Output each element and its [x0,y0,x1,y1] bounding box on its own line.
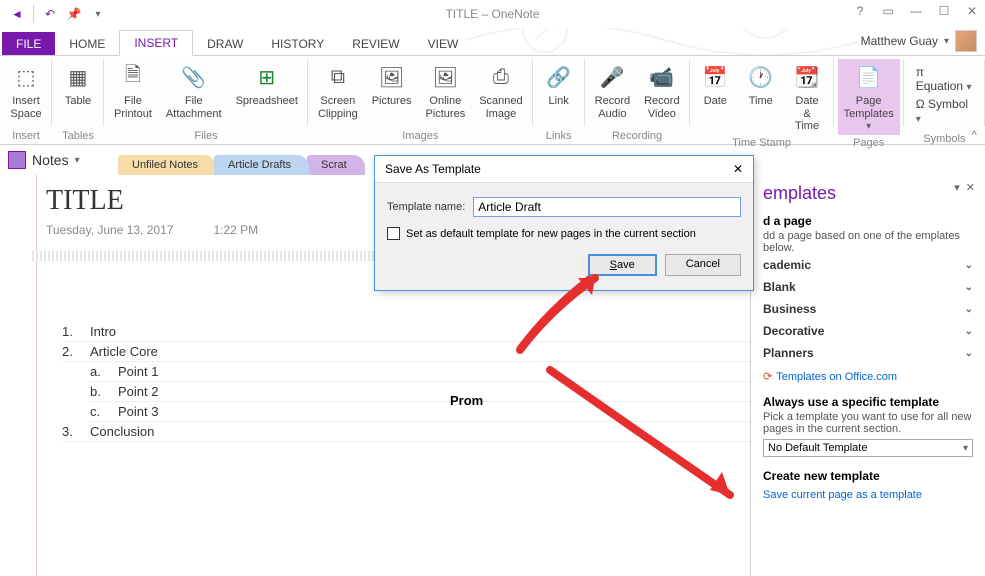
date-time-icon: 📆 [791,61,823,93]
link-icon: 🔗 [543,61,575,93]
insert-space-button[interactable]: ⬚Insert Space [4,59,48,128]
office-templates-link[interactable]: ⟳Templates on Office.com [763,370,973,383]
help-icon[interactable]: ? [851,4,869,18]
time-button[interactable]: 🕐Time [739,59,782,135]
record-video-icon: 📹 [646,61,678,93]
ribbon: ⬚Insert Space Insert ▦Table Tables 🗎File… [0,55,985,145]
dialog-close-icon[interactable]: ✕ [733,162,743,176]
date-button[interactable]: 📅Date [694,59,737,135]
always-text: Pick a template you want to use for all … [763,411,973,435]
online-pictures-icon: 🖼 [429,61,461,93]
section-tab-drafts[interactable]: Article Drafts [214,155,309,175]
section-tab-unfiled[interactable]: Unfiled Notes [118,155,216,175]
cat-business[interactable]: Business⌄ [763,298,973,320]
record-audio-icon: 🎤 [596,61,628,93]
spreadsheet-icon: ⊞ [251,61,283,93]
pane-close-icon[interactable]: ✕ [966,181,975,194]
tab-home[interactable]: HOME [55,32,119,56]
save-as-template-dialog: Save As Template ✕ Template name: Set as… [374,155,754,291]
screen-clipping-button[interactable]: ⧉Screen Clipping [312,59,364,128]
printout-icon: 🗎 [117,61,149,93]
notebook-picker[interactable]: Notes ▾ [0,145,118,175]
scanned-image-button[interactable]: ⎙Scanned Image [473,59,528,128]
templates-pane: ▾ ✕ emplates d a page dd a page based on … [750,175,985,576]
screen-clipping-icon: ⧉ [322,61,354,93]
checkbox-icon [387,227,400,240]
add-page-text: dd a page based on one of the emplates b… [763,230,973,254]
window-title: TITLE – OneNote [445,7,539,21]
qat-customize-icon[interactable]: ▾ [87,3,109,25]
page-templates-icon: 📄 [853,61,885,93]
nav-back-icon[interactable]: ◄ [6,3,28,25]
title-bar: ◄ ↶ 📌 ▾ TITLE – OneNote ? ▭ — ☐ ✕ [0,0,985,28]
default-template-checkbox[interactable]: Set as default template for new pages in… [387,227,741,240]
pictures-icon: 🖼 [376,61,408,93]
save-button[interactable]: Save [588,254,657,276]
close-icon[interactable]: ✕ [963,4,981,18]
page-time: 1:22 PM [213,223,258,237]
scanned-image-icon: ⎙ [485,61,517,93]
prom-label: Prom [450,393,483,408]
section-tab-scratch[interactable]: Scrat [307,155,365,175]
notebook-icon [8,151,26,169]
dialog-title: Save As Template [385,162,481,176]
tab-draw[interactable]: DRAW [193,32,257,56]
save-as-template-link[interactable]: Save current page as a template [763,489,973,501]
date-icon: 📅 [699,61,731,93]
tab-view[interactable]: VIEW [414,32,473,56]
template-name-label: Template name: [387,201,465,213]
tab-review[interactable]: REVIEW [338,32,413,56]
collapse-ribbon-icon[interactable]: ^ [971,128,977,142]
tab-history[interactable]: HISTORY [257,32,338,56]
user-name: Matthew Guay [861,34,938,48]
cancel-button[interactable]: Cancel [665,254,741,276]
section-tabs: Unfiled Notes Article Drafts Scrat [118,145,363,175]
outline-list[interactable]: 1.Intro 2.Article Core a.Point 1 b.Point… [62,322,750,442]
tab-insert[interactable]: INSERT [119,30,193,56]
time-icon: 🕐 [745,61,777,93]
spreadsheet-button[interactable]: ⊞Spreadsheet [230,59,304,128]
date-time-button[interactable]: 📆Date & Time [785,59,830,135]
ribbon-options-icon[interactable]: ▭ [879,4,897,18]
menu-bar: FILE HOME INSERT DRAW HISTORY REVIEW VIE… [0,28,985,56]
template-name-input[interactable] [473,197,741,217]
pin-icon[interactable]: 📌 [63,3,85,25]
record-audio-button[interactable]: 🎤Record Audio [589,59,636,128]
create-heading: Create new template [763,469,973,483]
always-heading: Always use a specific template [763,395,973,409]
default-template-select[interactable]: No Default Template▾ [763,439,973,457]
page-templates-button[interactable]: 📄Page Templates ▾ [838,59,900,135]
add-page-heading: d a page [763,214,973,228]
pictures-button[interactable]: 🖼Pictures [366,59,418,128]
online-pictures-button[interactable]: 🖼Online Pictures [419,59,471,128]
file-attachment-button[interactable]: 📎File Attachment [160,59,228,128]
refresh-icon: ⟳ [763,370,772,383]
pane-options-icon[interactable]: ▾ [954,181,960,194]
maximize-icon[interactable]: ☐ [935,4,953,18]
cat-blank[interactable]: Blank⌄ [763,276,973,298]
symbol-button[interactable]: Ω Symbol ▾ [916,97,973,125]
cat-academic[interactable]: cademic⌄ [763,254,973,276]
record-video-button[interactable]: 📹Record Video [638,59,685,128]
link-button[interactable]: 🔗Link [537,59,581,128]
attachment-icon: 📎 [178,61,210,93]
cat-decorative[interactable]: Decorative⌄ [763,320,973,342]
minimize-icon[interactable]: — [907,4,925,18]
file-tab[interactable]: FILE [2,32,55,56]
page-date: Tuesday, June 13, 2017 [46,223,173,237]
table-button[interactable]: ▦Table [56,59,100,128]
table-icon: ▦ [62,61,94,93]
avatar [955,30,977,52]
pane-title: emplates [763,183,973,204]
cat-planners[interactable]: Planners⌄ [763,342,973,364]
undo-icon[interactable]: ↶ [39,3,61,25]
insert-space-icon: ⬚ [10,61,42,93]
user-account[interactable]: Matthew Guay ▾ [861,30,977,52]
equation-button[interactable]: π Equation ▾ [916,65,973,93]
file-printout-button[interactable]: 🗎File Printout [108,59,158,128]
